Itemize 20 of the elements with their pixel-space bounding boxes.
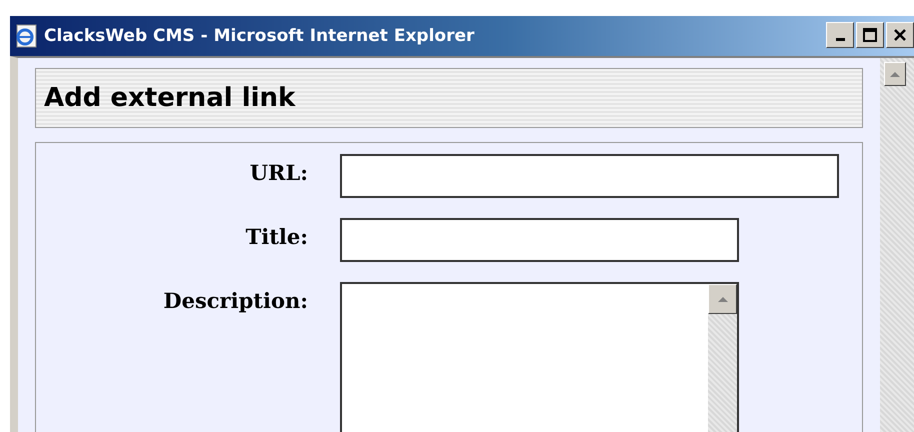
close-button[interactable] bbox=[886, 22, 914, 48]
url-field[interactable] bbox=[340, 154, 839, 198]
browser-icon bbox=[14, 24, 38, 48]
field-label: Description: bbox=[162, 287, 308, 315]
window-title: ClacksWeb CMS - Microsoft Internet Explorer bbox=[44, 26, 476, 46]
up-arrow-icon bbox=[889, 70, 901, 78]
maximize-button[interactable] bbox=[856, 22, 884, 48]
description-textarea[interactable] bbox=[340, 282, 739, 432]
field-label: URL: bbox=[248, 159, 308, 187]
scroll-up-button[interactable] bbox=[884, 62, 906, 86]
close-icon bbox=[894, 29, 906, 41]
field-label: Title: bbox=[244, 223, 308, 251]
scrollbar[interactable] bbox=[880, 58, 914, 432]
maximize-icon bbox=[863, 28, 877, 42]
scroll-up-button[interactable] bbox=[708, 284, 737, 314]
minimize-icon bbox=[836, 38, 844, 41]
up-arrow-icon bbox=[716, 296, 728, 302]
minimize-button[interactable] bbox=[826, 22, 854, 48]
page-heading: Add external link bbox=[35, 68, 863, 128]
text-field[interactable] bbox=[340, 218, 739, 262]
